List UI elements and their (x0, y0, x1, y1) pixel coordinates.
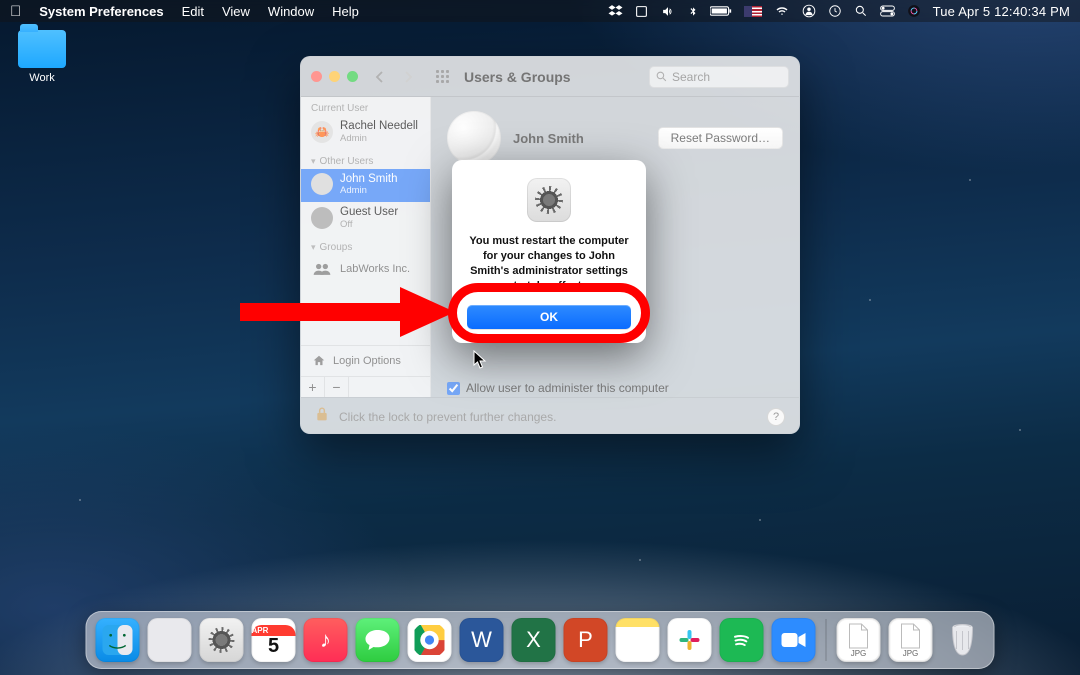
folder-icon (18, 30, 66, 68)
admin-checkbox-row[interactable]: Allow user to administer this computer (447, 381, 669, 395)
user-name-label: Rachel Needell (340, 120, 418, 133)
user-name-label: Guest User (340, 206, 398, 219)
window-zoom-button[interactable] (347, 71, 358, 82)
user-name-label: John Smith (340, 173, 398, 186)
spotlight-icon[interactable] (854, 4, 868, 18)
dock-finder[interactable] (96, 618, 140, 662)
dock-system-preferences[interactable] (200, 618, 244, 662)
dock-recent-file-1[interactable]: JPG (837, 618, 881, 662)
clock-icon[interactable] (828, 4, 842, 18)
remove-user-button[interactable]: − (325, 377, 349, 397)
dock-slack[interactable] (668, 618, 712, 662)
sidebar-group-labworks[interactable]: LabWorks Inc. (301, 255, 430, 283)
dropbox-icon[interactable] (608, 4, 623, 18)
battery-icon[interactable] (710, 5, 732, 17)
menu-help[interactable]: Help (332, 4, 359, 19)
user-role-label: Admin (340, 185, 398, 196)
search-input[interactable] (649, 66, 789, 88)
dock-notes[interactable] (616, 618, 660, 662)
menu-edit[interactable]: Edit (182, 4, 204, 19)
reset-password-button[interactable]: Reset Password… (658, 127, 783, 149)
calendar-month: APR (252, 625, 296, 636)
user-role-label: Off (340, 219, 398, 230)
back-button[interactable] (368, 66, 392, 88)
dock-messages[interactable] (356, 618, 400, 662)
desktop-folder-work[interactable]: Work (10, 30, 74, 84)
admin-checkbox-label: Allow user to administer this computer (466, 381, 669, 395)
menu-bar:  System Preferences Edit View Window He… (0, 0, 1080, 22)
help-button[interactable]: ? (767, 408, 785, 426)
ok-button[interactable]: OK (467, 305, 631, 329)
user-role-label: Admin (340, 133, 418, 144)
calendar-day: 5 (268, 636, 279, 656)
control-center-icon[interactable] (880, 5, 895, 17)
avatar: 🦀 (311, 121, 333, 143)
dock-separator (826, 619, 827, 661)
siri-icon[interactable] (907, 4, 921, 18)
dock-excel[interactable]: X (512, 618, 556, 662)
dock-zoom[interactable] (772, 618, 816, 662)
groups-header[interactable]: ▾Groups (301, 236, 430, 255)
add-user-button[interactable]: + (301, 377, 325, 397)
grid-icon (436, 70, 449, 83)
avatar (311, 173, 333, 195)
home-icon (311, 354, 327, 368)
show-all-button[interactable] (430, 66, 454, 88)
group-name-label: LabWorks Inc. (340, 263, 410, 275)
dock-calendar[interactable]: APR5 (252, 618, 296, 662)
menu-view[interactable]: View (222, 4, 250, 19)
user-switch-icon[interactable] (802, 4, 816, 18)
sidebar-current-user[interactable]: 🦀 Rachel Needell Admin (301, 116, 430, 150)
dock-music[interactable]: ♪ (304, 618, 348, 662)
search-icon (655, 70, 668, 83)
group-icon (311, 261, 333, 277)
chevron-down-icon: ▾ (311, 242, 316, 253)
chevron-down-icon: ▾ (311, 156, 316, 167)
dock-spotify[interactable] (720, 618, 764, 662)
dock-launchpad[interactable] (148, 618, 192, 662)
users-sidebar: Current User 🦀 Rachel Needell Admin ▾Oth… (301, 97, 431, 397)
app-menu[interactable]: System Preferences (39, 4, 163, 19)
box-icon[interactable] (635, 5, 648, 18)
window-traffic-lights (311, 71, 358, 82)
dock-chrome[interactable] (408, 618, 452, 662)
menu-datetime[interactable]: Tue Apr 5 12:40:34 PM (933, 4, 1070, 19)
dock-trash[interactable] (941, 618, 985, 662)
volume-icon[interactable] (660, 5, 676, 18)
forward-button[interactable] (396, 66, 420, 88)
window-minimize-button[interactable] (329, 71, 340, 82)
window-title: Users & Groups (464, 69, 571, 85)
admin-checkbox[interactable] (447, 382, 460, 395)
lock-row: Click the lock to prevent further change… (301, 397, 799, 434)
apple-menu-icon[interactable]:  (10, 4, 21, 19)
dock-powerpoint[interactable]: P (564, 618, 608, 662)
sidebar-user-john-smith[interactable]: John Smith Admin (301, 169, 430, 203)
dock-word[interactable]: W (460, 618, 504, 662)
other-users-header[interactable]: ▾Other Users (301, 150, 430, 169)
lock-icon[interactable] (315, 405, 329, 428)
keyboard-layout-icon[interactable] (744, 6, 762, 17)
system-preferences-icon (527, 178, 571, 222)
wifi-icon[interactable] (774, 5, 790, 17)
lock-text: Click the lock to prevent further change… (339, 410, 757, 424)
restart-required-dialog: You must restart the computer for your c… (452, 160, 646, 343)
avatar (311, 207, 333, 229)
bluetooth-icon[interactable] (688, 4, 698, 19)
window-titlebar: Users & Groups (301, 57, 799, 97)
sidebar-user-guest[interactable]: Guest User Off (301, 202, 430, 236)
login-options[interactable]: Login Options (301, 345, 430, 376)
window-close-button[interactable] (311, 71, 322, 82)
gear-icon (209, 627, 235, 653)
dialog-message: You must restart the computer for your c… (466, 234, 632, 293)
dock-recent-file-2[interactable]: JPG (889, 618, 933, 662)
current-user-header: Current User (301, 97, 430, 116)
user-display-name: John Smith (513, 131, 584, 146)
dock: APR5 ♪ W X P JPG JPG (86, 611, 995, 669)
user-avatar-large[interactable] (447, 111, 501, 165)
desktop-folder-label: Work (10, 72, 74, 84)
gear-icon (535, 186, 563, 214)
menu-window[interactable]: Window (268, 4, 314, 19)
